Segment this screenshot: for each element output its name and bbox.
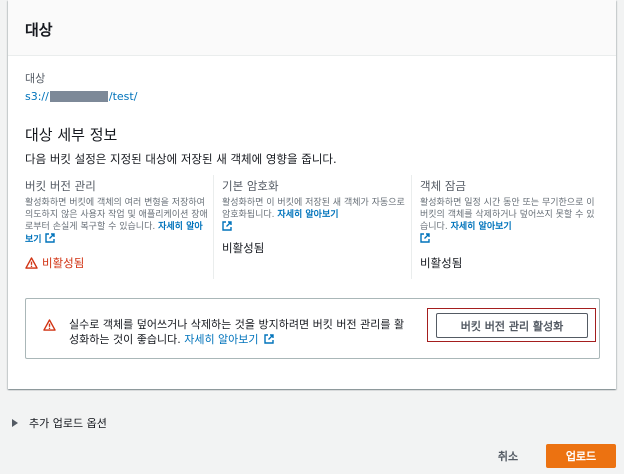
versioning-alert: 실수로 객체를 덮어쓰거나 삭제하는 것을 방지하려면 버킷 버전 관리를 활성… [25, 298, 600, 359]
default-encryption-title: 기본 암호화 [222, 179, 279, 193]
cancel-button[interactable]: 취소 [486, 444, 530, 468]
learn-more-label: 자세히 알아보기 [450, 222, 512, 232]
warning-icon [43, 319, 56, 331]
warning-icon [25, 257, 38, 269]
bucket-versioning-title: 버킷 버전 관리 [25, 179, 96, 193]
learn-more-label: 자세히 알아보기 [277, 210, 339, 220]
destination-path[interactable]: s3:// /test/ [25, 90, 137, 103]
external-link-icon [44, 233, 55, 243]
default-encryption-column: 기본 암호화 활성화하면 이 버킷에 저장된 새 객체가 자동으로 암호화됩니다… [222, 178, 408, 278]
upload-button[interactable]: 업로드 [546, 444, 616, 468]
caret-right-icon [12, 419, 18, 427]
enable-versioning-highlight: 버킷 버전 관리 활성화 [427, 308, 596, 342]
column-divider [213, 175, 214, 279]
destination-suffix: /test/ [108, 90, 138, 103]
panel-title: 대상 [25, 21, 53, 39]
enable-versioning-button[interactable]: 버킷 버전 관리 활성화 [436, 313, 588, 338]
bucket-versioning-description: 활성화하면 버킷에 객체의 여러 변형을 저장하여 의도하지 않은 사용자 작업… [25, 197, 210, 246]
learn-more-label: 자세히 알아보기 [184, 333, 259, 346]
object-lock-status: 비활성됨 [420, 256, 463, 270]
alert-learn-more[interactable]: 자세히 알아보기 [184, 333, 274, 346]
column-divider [411, 175, 412, 279]
object-lock-description: 활성화하면 일정 시간 동안 또는 무기한으로 이 버킷의 객체를 삭제하거나 … [420, 197, 600, 246]
redacted-bucket-name [49, 91, 108, 102]
bucket-versioning-status-text: 비활성됨 [42, 256, 85, 270]
alert-message: 실수로 객체를 덮어쓰거나 삭제하는 것을 방지하려면 버킷 버전 관리를 활성… [69, 317, 409, 347]
details-title: 대상 세부 정보 [25, 126, 118, 144]
external-link-icon [222, 221, 232, 231]
destination-prefix: s3:// [25, 90, 49, 103]
panel-header: 대상 [8, 0, 616, 56]
additional-upload-options-toggle[interactable]: 추가 업로드 옵션 [12, 415, 107, 431]
additional-upload-options-label: 추가 업로드 옵션 [29, 417, 107, 430]
object-lock-title: 객체 잠금 [420, 179, 466, 193]
bucket-versioning-status: 비활성됨 [25, 255, 84, 271]
default-encryption-status: 비활성됨 [222, 241, 265, 255]
details-description: 다음 버킷 설정은 지정된 대상에 저장된 새 객체에 영향을 줍니다. [25, 152, 337, 166]
destination-panel: 대상 대상 s3:// /test/ 대상 세부 정보 다음 버킷 설정은 지정… [8, 0, 616, 389]
destination-label: 대상 [25, 72, 46, 85]
external-link-icon [263, 334, 274, 344]
default-encryption-description: 활성화하면 이 버킷에 저장된 새 객체가 자동으로 암호화됩니다. 자세히 알… [222, 197, 408, 234]
external-link-icon [420, 233, 430, 243]
